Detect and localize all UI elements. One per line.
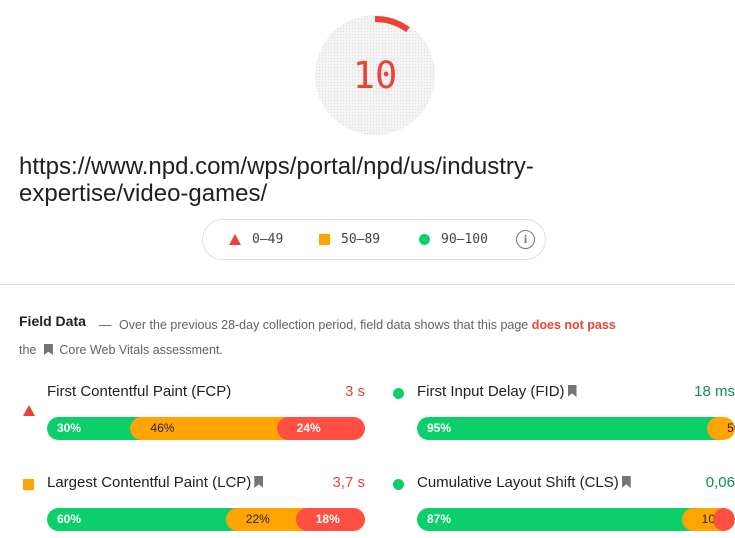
metric-lcp: Largest Contentful Paint (LCP) 3,7 s 60%… [19, 474, 365, 531]
distribution-bar: 60% 22% 18% [47, 508, 365, 531]
bar-poor: 18% [295, 508, 365, 531]
bookmark-icon [254, 476, 264, 488]
bar-poor: 3% [713, 508, 735, 531]
metric-fid: First Input Delay (FID) 18 ms 95% 5% [389, 383, 735, 440]
bookmark-icon [43, 344, 53, 355]
bar-good: 60% [47, 508, 238, 531]
average-square-icon [23, 479, 34, 490]
metric-name: Largest Contentful Paint (LCP) [47, 474, 266, 491]
metric-value: 18 ms [694, 383, 735, 400]
legend-fail-label: 0–49 [252, 232, 284, 247]
metric-cls: Cumulative Layout Shift (CLS) 0,06 87% 1… [389, 474, 735, 531]
pass-circle-icon [419, 234, 430, 245]
legend-average: 50–89 [319, 220, 380, 259]
metric-name: First Input Delay (FID) [417, 383, 580, 400]
field-data-description: — Over the previous 28-day collection pe… [19, 313, 719, 363]
metric-name: First Contentful Paint (FCP) [47, 383, 232, 400]
bookmark-icon [621, 476, 631, 488]
fail-triangle-icon [23, 388, 35, 416]
average-square-icon [319, 234, 330, 245]
bar-good: 30% [47, 417, 143, 440]
distribution-bar: 95% 5% [417, 417, 735, 440]
legend-pass: 90–100 [419, 220, 488, 259]
legend-average-label: 50–89 [341, 232, 381, 247]
pass-circle-icon [393, 388, 404, 399]
score-legend: 0–49 50–89 90–100 i [202, 219, 546, 260]
desc-text: Over the previous 28-day collection peri… [118, 318, 529, 332]
pass-circle-icon [393, 479, 404, 490]
metric-name: Cumulative Layout Shift (CLS) [417, 474, 634, 491]
bar-good: 95% [417, 417, 720, 440]
bar-poor: 24% [276, 417, 365, 440]
section-divider [0, 284, 735, 285]
legend-pass-label: 90–100 [441, 232, 488, 247]
desc-fail-text: does not pass [531, 318, 616, 332]
bar-good: 87% [417, 508, 694, 531]
metric-value: 0,06 [705, 474, 735, 491]
bar-average: 46% [130, 417, 289, 440]
metric-value: 3 s [344, 383, 365, 400]
page-url: https://www.npd.com/wps/portal/npd/us/in… [19, 153, 534, 207]
bookmark-icon [567, 385, 577, 397]
info-icon[interactable]: i [516, 230, 535, 249]
metric-value: 3,7 s [332, 474, 365, 491]
desc-dash: — [99, 318, 112, 332]
fail-triangle-icon [229, 234, 241, 245]
distribution-bar: 30% 46% 24% [47, 417, 365, 440]
bar-average: 5% [707, 417, 735, 440]
desc-the: the [19, 343, 37, 357]
metric-fcp: First Contentful Paint (FCP) 3 s 30% 46%… [19, 383, 365, 440]
score-gauge: 10 [315, 15, 435, 135]
desc-after: Core Web Vitals assessment. [59, 343, 223, 357]
performance-score: 10 [352, 54, 398, 97]
distribution-bar: 87% 10% 3% [417, 508, 735, 531]
legend-fail: 0–49 [229, 220, 283, 259]
